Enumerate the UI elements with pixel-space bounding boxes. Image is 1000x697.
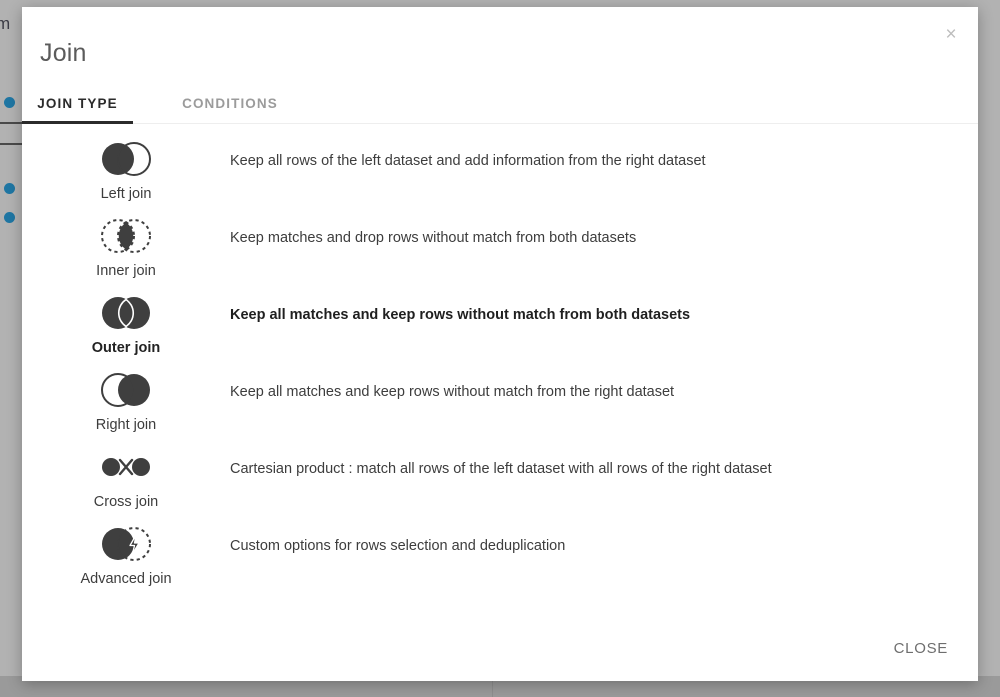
join-option-right-join[interactable]: Right join Keep all matches and keep row… [22, 369, 978, 446]
join-option-label: Cross join [93, 494, 159, 510]
background-partial-text: m [0, 14, 11, 33]
close-button[interactable]: CLOSE [888, 632, 954, 665]
venn-left-join-icon [95, 138, 157, 180]
background-dot [4, 183, 15, 194]
background-rule [0, 122, 22, 124]
join-option-left-join[interactable]: Left join Keep all rows of the left data… [22, 138, 978, 215]
modal-footer: CLOSE [22, 615, 978, 681]
join-option-icon-label: Right join [22, 369, 230, 433]
join-option-label: Right join [95, 417, 157, 433]
app-root: m Join × JOIN TYPE CONDITIONS Left join … [0, 0, 1000, 697]
join-option-cross-join[interactable]: Cross join Cartesian product : match all… [22, 446, 978, 523]
background-dot [4, 97, 15, 108]
venn-outer-join-icon [95, 292, 157, 334]
venn-inner-join-icon [95, 215, 157, 257]
join-option-description: Keep all matches and keep rows without m… [230, 307, 691, 323]
join-option-description: Keep all matches and keep rows without m… [230, 384, 675, 400]
join-option-label: Inner join [96, 263, 156, 279]
venn-right-join-icon [95, 369, 157, 411]
tab-bar: JOIN TYPE CONDITIONS [22, 90, 978, 124]
join-option-icon-label: Outer join [22, 292, 230, 356]
join-option-description: Cartesian product : match all rows of th… [230, 461, 772, 477]
join-option-label: Outer join [91, 340, 161, 356]
close-icon[interactable]: × [938, 21, 964, 47]
join-option-label: Advanced join [80, 571, 172, 587]
page-title: Join [40, 39, 87, 67]
tab-conditions[interactable]: CONDITIONS [165, 90, 295, 124]
join-modal: Join × JOIN TYPE CONDITIONS Left join Ke… [22, 7, 978, 681]
join-option-outer-join[interactable]: Outer join Keep all matches and keep row… [22, 292, 978, 369]
join-option-icon-label: Cross join [22, 446, 230, 510]
join-type-list: Left join Keep all rows of the left data… [22, 124, 978, 615]
cross-join-icon [95, 446, 157, 488]
join-option-advanced-join[interactable]: Advanced join Custom options for rows se… [22, 523, 978, 600]
join-option-description: Keep all rows of the left dataset and ad… [230, 153, 706, 169]
background-rule [0, 143, 22, 145]
modal-header: Join × [22, 7, 978, 66]
join-option-label: Left join [100, 186, 152, 202]
join-option-icon-label: Left join [22, 138, 230, 202]
advanced-join-icon [95, 523, 157, 565]
join-option-description: Keep matches and drop rows without match… [230, 230, 637, 246]
join-option-icon-label: Inner join [22, 215, 230, 279]
join-option-inner-join[interactable]: Inner join Keep matches and drop rows wi… [22, 215, 978, 292]
join-option-description: Custom options for rows selection and de… [230, 538, 566, 554]
tab-join-type[interactable]: JOIN TYPE [22, 90, 133, 124]
join-option-icon-label: Advanced join [22, 523, 230, 587]
background-dot [4, 212, 15, 223]
